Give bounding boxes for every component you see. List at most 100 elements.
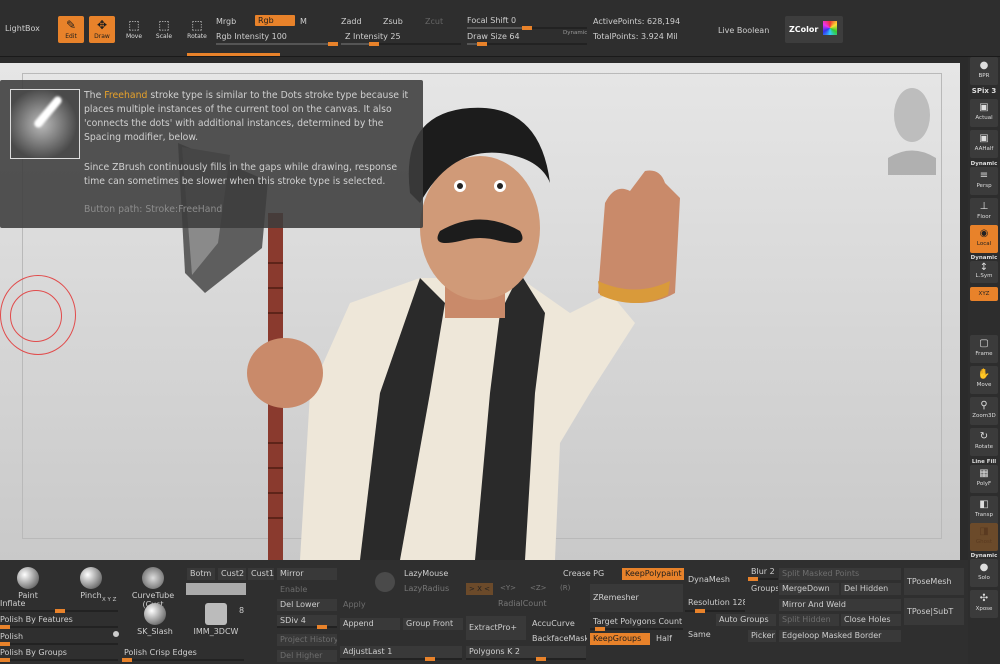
imm-3dcw-brush-icon: [205, 603, 227, 625]
sk-slash-brush-button[interactable]: SK_Slash: [135, 603, 175, 636]
close-holes-button[interactable]: Close Holes: [841, 614, 901, 626]
local-button[interactable]: ◉ Local: [970, 225, 998, 253]
polish-slider[interactable]: [0, 642, 118, 646]
adjust-last-slider[interactable]: AdjustLast 1: [340, 646, 462, 658]
polish-crisp-edges-slider[interactable]: [122, 658, 244, 662]
same-button[interactable]: Same: [685, 629, 715, 641]
resolution-slider[interactable]: Resolution 128: [685, 597, 745, 609]
ghost-button[interactable]: ◨ Ghost: [970, 523, 998, 551]
zremesher-button[interactable]: ZRemesher: [590, 584, 683, 612]
lazy-r-button[interactable]: (R): [560, 584, 570, 592]
polyf-button[interactable]: ▦ PolyF: [970, 465, 998, 493]
zcolor-button[interactable]: ZColor: [785, 16, 843, 43]
floor-button[interactable]: ⊥ Floor: [970, 198, 998, 226]
lazy-z-button[interactable]: <Z>: [530, 584, 547, 592]
merge-down-button[interactable]: MergeDown: [779, 583, 839, 595]
del-higher-button[interactable]: Del Higher: [277, 650, 337, 662]
dynamic-toggle[interactable]: Dynamic: [563, 30, 587, 36]
apply-button[interactable]: Apply: [340, 599, 400, 611]
move-button[interactable]: ⬚ Move: [121, 16, 147, 43]
scale-button[interactable]: ⬚ Scale: [151, 16, 177, 43]
reference-head-icon: [894, 88, 930, 142]
rotate-view-button[interactable]: ↻ Rotate: [970, 428, 998, 456]
rotate-button[interactable]: ⬚ Rotate: [184, 16, 210, 43]
draw-size-slider[interactable]: [467, 42, 587, 46]
draw-button[interactable]: ✥ Draw: [89, 16, 115, 43]
zcut-button[interactable]: Zcut: [425, 17, 443, 26]
focal-shift-slider[interactable]: [467, 26, 587, 30]
brush-preview-field[interactable]: [186, 583, 246, 595]
cust1-button[interactable]: Cust1: [248, 568, 274, 580]
rgb-button[interactable]: Rgb: [255, 15, 295, 26]
tpose-subt-button[interactable]: TPose|SubT: [904, 598, 964, 625]
rgb-intensity-slider[interactable]: [216, 42, 338, 46]
del-lower-button[interactable]: Del Lower: [277, 599, 337, 611]
transp-button[interactable]: ◧ Transp: [970, 496, 998, 524]
frame-button[interactable]: ▢ Frame: [970, 335, 998, 363]
project-history-button[interactable]: Project History: [277, 634, 337, 646]
polish-by-features-slider[interactable]: [0, 625, 118, 629]
keep-groups-button[interactable]: KeepGroups: [590, 633, 650, 645]
groups-button[interactable]: Groups: [748, 583, 778, 595]
polygons-k-slider[interactable]: Polygons K 2: [466, 646, 586, 658]
edit-button[interactable]: ✎ Edit: [58, 16, 84, 43]
polish-by-groups-slider[interactable]: [0, 658, 118, 662]
zoom3d-button[interactable]: ⚲ Zoom3D: [970, 397, 998, 425]
persp-button[interactable]: ≡ Persp: [970, 167, 998, 195]
zadd-button[interactable]: Zadd: [341, 17, 362, 26]
xpose-button[interactable]: ✣ Xpose: [970, 590, 998, 618]
m-button[interactable]: M: [300, 17, 307, 26]
solo-button[interactable]: ● Solo: [970, 559, 998, 587]
dynamesh-button[interactable]: DynaMesh: [685, 574, 740, 586]
split-masked-points-button[interactable]: Split Masked Points: [779, 568, 901, 580]
actual-button[interactable]: ▣ Actual: [970, 99, 998, 127]
tpose-mesh-button[interactable]: TPoseMesh: [904, 568, 964, 595]
mrgb-button[interactable]: Mrgb: [216, 17, 236, 26]
lazy-x-button[interactable]: > X <: [466, 583, 493, 595]
lazyradius-slider[interactable]: LazyRadius: [404, 584, 449, 593]
lazymouse-button[interactable]: LazyMouse: [404, 569, 448, 578]
lazy-y-button[interactable]: <Y>: [500, 584, 516, 592]
spix-slider[interactable]: SPix 3: [968, 87, 1000, 95]
group-front-button[interactable]: Group Front: [403, 618, 463, 630]
grid-icon: ▦: [979, 468, 989, 479]
paint-brush-button[interactable]: Paint: [12, 567, 44, 600]
bpr-button[interactable]: ● BPR: [970, 57, 998, 85]
enable-button[interactable]: Enable: [277, 584, 337, 596]
live-boolean-button[interactable]: Live Boolean: [718, 26, 769, 35]
mirror-button[interactable]: Mirror: [277, 568, 337, 580]
del-hidden-button[interactable]: Del Hidden: [841, 583, 901, 595]
radial-count-slider[interactable]: RadialCount: [498, 599, 546, 608]
backface-mask-button[interactable]: BackfaceMask: [529, 633, 587, 645]
lsym-button[interactable]: ↕ L.Sym: [970, 261, 998, 283]
zsub-button[interactable]: Zsub: [383, 17, 403, 26]
move-view-button[interactable]: ✋ Move: [970, 366, 998, 394]
polish-toggle-icon[interactable]: [113, 631, 119, 637]
split-hidden-button[interactable]: Split Hidden: [779, 614, 839, 626]
imm-3dcw-brush-button[interactable]: IMM_3DCW: [193, 603, 239, 636]
xyz-button[interactable]: XYZ: [970, 287, 998, 301]
auto-groups-button[interactable]: Auto Groups: [716, 614, 776, 626]
draw-icon: ✥: [96, 18, 108, 32]
append-button[interactable]: Append: [340, 618, 400, 630]
transform-active-bar: [187, 53, 280, 56]
pinch-brush-button[interactable]: Pinch: [75, 567, 107, 600]
transp-icon: ◧: [979, 499, 989, 510]
cust2-button[interactable]: Cust2: [218, 568, 246, 580]
botm-button[interactable]: Botm: [187, 568, 215, 580]
mirror-and-weld-button[interactable]: Mirror And Weld: [779, 599, 901, 611]
tooltip-button-path: Button path: Stroke:FreeHand: [84, 204, 223, 215]
half-button[interactable]: Half: [653, 633, 683, 645]
lightbox-button[interactable]: LightBox: [5, 24, 40, 33]
extract-pro-button[interactable]: ExtractPro+: [466, 616, 526, 640]
polygons-k-track: [466, 657, 586, 661]
edgeloop-masked-border-button[interactable]: Edgeloop Masked Border: [779, 630, 901, 642]
zcolor-label: ZColor: [789, 25, 819, 34]
crease-pg-button[interactable]: Crease PG: [560, 568, 620, 580]
inflate-slider[interactable]: [0, 609, 118, 613]
aahalf-button[interactable]: ▣ AAHalf: [970, 130, 998, 158]
picker-button[interactable]: Picker: [748, 630, 776, 642]
z-intensity-slider[interactable]: [341, 42, 461, 46]
keep-polypaint-button[interactable]: KeepPolypaint: [622, 568, 684, 580]
accucurve-button[interactable]: AccuCurve: [529, 618, 587, 630]
